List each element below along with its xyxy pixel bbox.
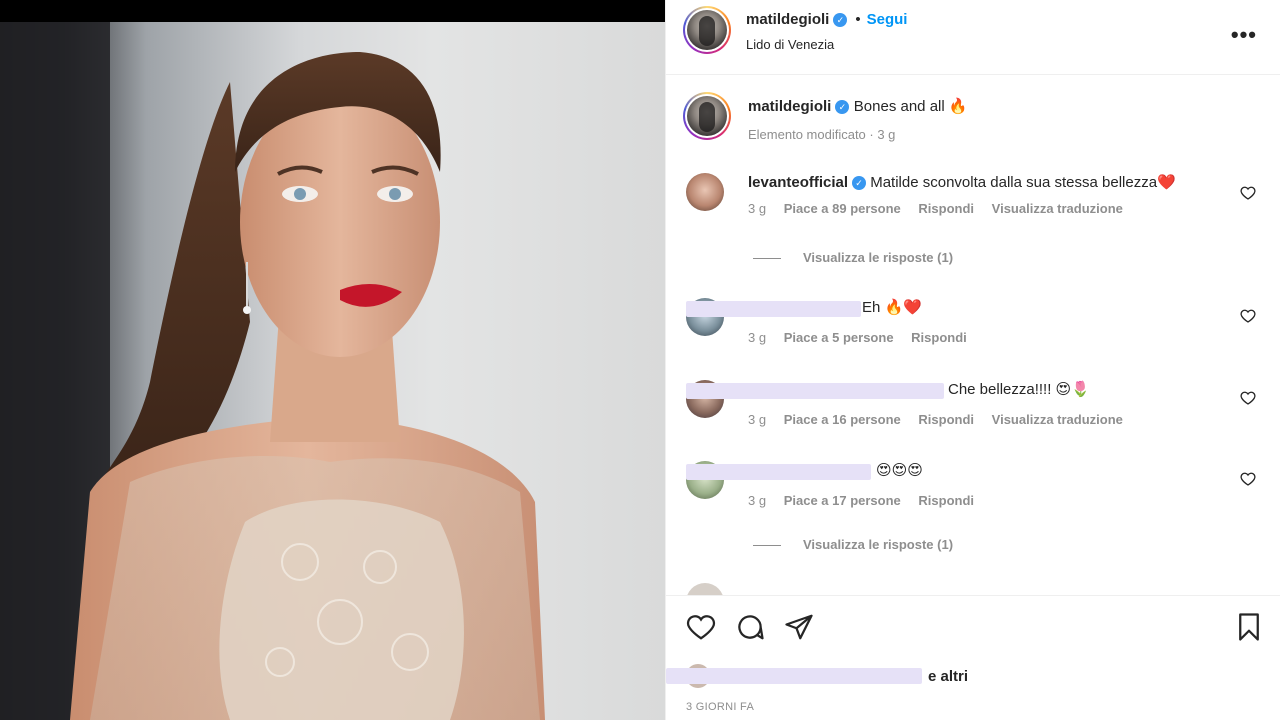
post-photo[interactable] [0, 0, 665, 720]
comment-text: Eh 🔥❤️ [862, 299, 922, 316]
likes-text[interactable]: e altri [928, 668, 968, 685]
post-header: matildegioli ✓ • Segui Lido di Venezia ••• [666, 0, 1280, 75]
post-actions: e altri 3 GIORNI FA [666, 595, 1280, 720]
caption-text: Bones and all 🔥 [853, 98, 968, 115]
post-panel: matildegioli ✓ • Segui Lido di Venezia ••• … [665, 0, 1280, 720]
verified-badge-icon: ✓ [852, 176, 867, 191]
comment-icon[interactable] [735, 612, 765, 647]
comment-text: Matilde sconvolta dalla sua stessa belle… [870, 174, 1176, 191]
comment-likes[interactable]: Piace a 5 persone [784, 330, 894, 345]
redacted-username [686, 383, 944, 399]
comment-time: 3 g [748, 412, 767, 427]
translate-button[interactable]: Visualizza traduzione [992, 201, 1123, 216]
comment-likes[interactable]: Piace a 16 persone [784, 412, 901, 427]
post-timestamp: 3 GIORNI FA [686, 701, 755, 713]
commenter-avatar[interactable] [686, 173, 724, 211]
reply-button[interactable]: Rispondi [918, 493, 974, 508]
portrait-illustration [0, 22, 545, 720]
bookmark-icon[interactable] [1234, 612, 1264, 647]
commenter-username[interactable]: levanteofficial [748, 174, 848, 191]
commenter-avatar-partial [686, 583, 724, 595]
reply-button[interactable]: Rispondi [911, 330, 967, 345]
author-avatar[interactable] [683, 6, 731, 54]
caption-meta: Elemento modificato · 3 g [748, 127, 896, 142]
comment-like-heart-icon[interactable] [1240, 185, 1256, 206]
more-options-icon[interactable]: ••• [1231, 22, 1257, 48]
reply-button[interactable]: Rispondi [918, 412, 974, 427]
view-replies-button[interactable]: Visualizza le risposte (1) [753, 250, 953, 265]
caption-avatar[interactable] [683, 92, 731, 140]
redacted-likers [666, 668, 922, 684]
comment-like-heart-icon[interactable] [1240, 308, 1256, 329]
comment-likes[interactable]: Piace a 89 persone [784, 201, 901, 216]
heart-icon[interactable] [686, 612, 716, 647]
comment-like-heart-icon[interactable] [1240, 390, 1256, 411]
comment-time: 3 g [748, 201, 767, 216]
photo-canvas [0, 22, 665, 720]
redacted-username [686, 301, 861, 317]
share-icon[interactable] [784, 612, 814, 647]
view-replies-button[interactable]: Visualizza le risposte (1) [753, 537, 953, 552]
post-location[interactable]: Lido di Venezia [746, 37, 834, 52]
separator: • [855, 11, 861, 28]
comment-likes[interactable]: Piace a 17 persone [784, 493, 901, 508]
follow-button[interactable]: Segui [867, 11, 908, 28]
redacted-username [686, 464, 871, 480]
comment-time: 3 g [748, 493, 767, 508]
comment-like-heart-icon[interactable] [1240, 471, 1256, 492]
caption-username[interactable]: matildegioli [748, 98, 831, 115]
translate-button[interactable]: Visualizza traduzione [992, 412, 1123, 427]
verified-badge-icon: ✓ [833, 12, 848, 27]
comment-time: 3 g [748, 330, 767, 345]
author-username[interactable]: matildegioli [746, 11, 829, 28]
verified-badge-icon: ✓ [835, 99, 850, 114]
reply-button[interactable]: Rispondi [918, 201, 974, 216]
comment-text: Che bellezza!!!! 😍🌷 [948, 381, 1090, 398]
comment-text: 😍😍😍 [876, 462, 923, 479]
